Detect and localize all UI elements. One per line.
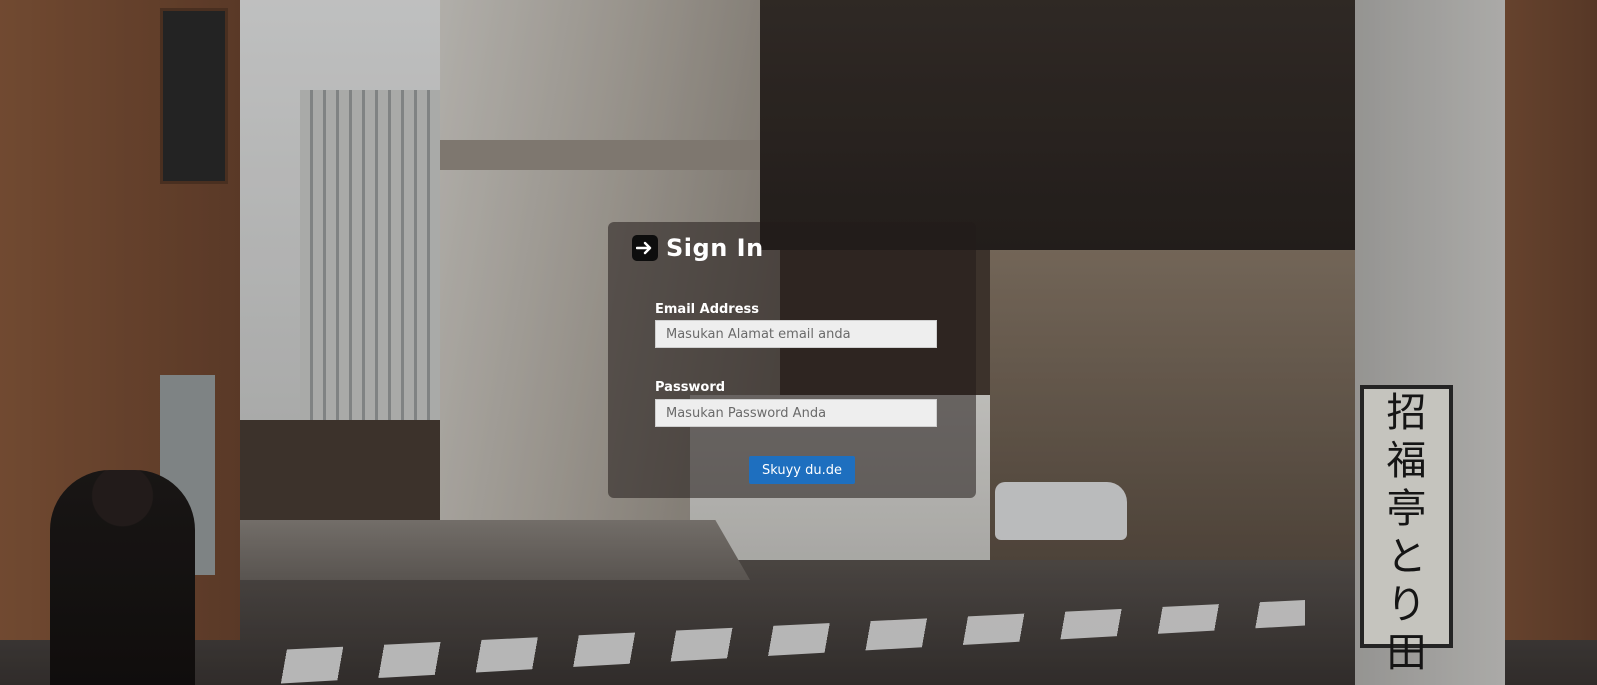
login-title-row: Sign In [632,234,764,262]
email-field[interactable] [655,320,937,348]
email-label: Email Address [655,302,760,317]
password-field[interactable] [655,399,937,427]
login-title: Sign In [666,234,764,262]
sign-in-button[interactable]: Skuyy du.de [749,456,855,484]
password-label: Password [655,380,726,395]
sign-in-arrow-icon [632,235,658,261]
